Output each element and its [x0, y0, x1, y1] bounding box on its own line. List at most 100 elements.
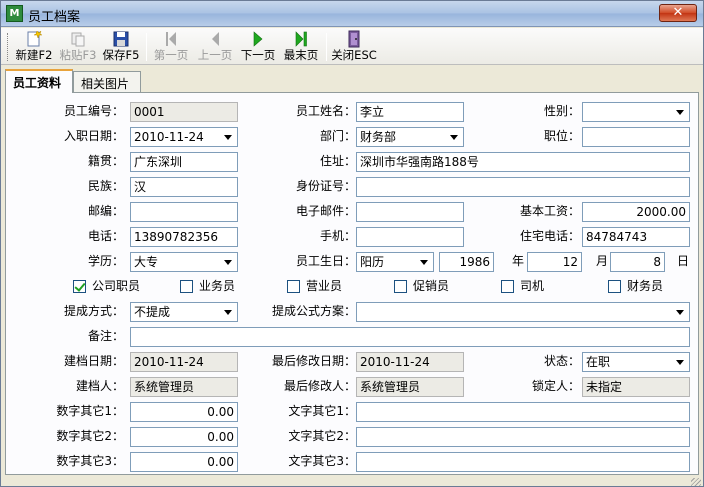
toolbar: 新建F2 粘贴F3 保存F5 第一页 上一页 下一页 最末页 关闭ESC — [1, 28, 703, 65]
email-label: 电子邮件： — [295, 204, 356, 218]
tab-employee-info[interactable]: 员工资料 — [5, 69, 73, 93]
chevron-down-icon[interactable] — [445, 128, 463, 146]
address-label: 住址： — [319, 154, 356, 168]
phone-field[interactable]: 13890782356 — [130, 227, 238, 247]
address-field[interactable]: 深圳市华强南路188号 — [356, 152, 690, 172]
dept-value: 财务部 — [360, 130, 397, 144]
modifier-field[interactable]: 系统管理员 — [356, 377, 464, 397]
chevron-down-icon[interactable] — [219, 128, 237, 146]
mobile-field[interactable] — [356, 227, 464, 247]
close-button[interactable]: 关闭ESC — [331, 30, 377, 64]
title-bar[interactable]: M 员工档案 ✕ — [1, 1, 703, 27]
commission-select[interactable]: 不提成 — [130, 302, 238, 322]
emp-name-field[interactable]: 李立 — [356, 102, 464, 122]
new-button[interactable]: 新建F2 — [13, 30, 55, 64]
chevron-down-icon[interactable] — [671, 103, 689, 121]
mobile-label: 手机： — [319, 229, 356, 243]
next-page-icon — [238, 30, 278, 48]
dept-select[interactable]: 财务部 — [356, 127, 464, 147]
modified-date-label: 最后修改日期： — [271, 354, 356, 368]
save-button[interactable]: 保存F5 — [101, 30, 141, 64]
checkbox-shop-assistant-label[interactable]: 营业员 — [306, 277, 342, 295]
last-page-icon — [281, 30, 321, 48]
resize-grip-icon[interactable] — [691, 478, 701, 486]
number-other-2-label: 数字其它2： — [56, 429, 124, 443]
paste-icon — [57, 30, 99, 48]
next-page-button[interactable]: 下一页 — [238, 30, 278, 64]
status-label: 状态： — [543, 354, 580, 368]
number-other-1-label: 数字其它1： — [56, 404, 124, 418]
ethnic-field[interactable]: 汉 — [130, 177, 238, 197]
text-other-3-field[interactable] — [356, 452, 690, 472]
calendar-type-select[interactable]: 阳历 — [356, 252, 434, 272]
status-value: 在职 — [586, 355, 611, 369]
text-other-2-field[interactable] — [356, 427, 690, 447]
paste-button[interactable]: 粘贴F3 — [57, 30, 99, 64]
emp-no-label: 员工编号： — [63, 104, 124, 118]
checkbox-shop-assistant[interactable] — [287, 280, 300, 293]
gender-label: 性别： — [543, 104, 580, 118]
tab-related-pictures[interactable]: 相关图片 — [73, 71, 141, 92]
dept-label: 部门： — [319, 129, 356, 143]
number-other-1-field[interactable]: 0.00 — [130, 402, 238, 422]
number-other-3-label: 数字其它3： — [56, 454, 124, 468]
creator-field[interactable]: 系统管理员 — [130, 377, 238, 397]
commission-plan-select[interactable] — [356, 302, 690, 322]
checkbox-driver[interactable] — [501, 280, 514, 293]
email-field[interactable] — [356, 202, 464, 222]
chevron-down-icon[interactable] — [219, 253, 237, 271]
education-select[interactable]: 大专 — [130, 252, 238, 272]
salary-label: 基本工资： — [519, 204, 580, 218]
window-close-button[interactable]: ✕ — [659, 4, 697, 22]
checkbox-company-staff-label[interactable]: 公司职员 — [92, 277, 140, 295]
native-place-field[interactable]: 广东深圳 — [130, 152, 238, 172]
emp-no-field[interactable]: 0001 — [130, 102, 238, 122]
number-other-2-field[interactable]: 0.00 — [130, 427, 238, 447]
chevron-down-icon[interactable] — [219, 303, 237, 321]
home-phone-field[interactable]: 84784743 — [582, 227, 690, 247]
postcode-field[interactable] — [130, 202, 238, 222]
status-select[interactable]: 在职 — [582, 352, 690, 372]
toolbar-separator — [146, 33, 147, 61]
gender-select[interactable] — [582, 102, 690, 122]
text-other-1-field[interactable] — [356, 402, 690, 422]
text-other-2-label: 文字其它2： — [288, 429, 356, 443]
created-date-field[interactable]: 2010-11-24 — [130, 352, 238, 372]
prev-page-button[interactable]: 上一页 — [195, 30, 235, 64]
window-title: 员工档案 — [28, 10, 81, 25]
salary-field[interactable]: 2000.00 — [582, 202, 690, 222]
checkbox-promoter-label[interactable]: 促销员 — [413, 277, 449, 295]
remark-field[interactable] — [130, 327, 690, 347]
checkbox-promoter[interactable] — [394, 280, 407, 293]
id-no-field[interactable] — [356, 177, 690, 197]
first-page-button[interactable]: 第一页 — [151, 30, 191, 64]
commission-value: 不提成 — [134, 305, 171, 319]
birth-year-field[interactable]: 1986 — [439, 252, 494, 272]
chevron-down-icon[interactable] — [671, 353, 689, 371]
save-disk-icon — [101, 30, 141, 48]
modified-date-field[interactable]: 2010-11-24 — [356, 352, 464, 372]
checkbox-accountant[interactable] — [608, 280, 621, 293]
checkbox-salesman[interactable] — [180, 280, 193, 293]
employee-info-panel: 员工编号： 0001 员工姓名： 李立 性别： 入职日期： 2010-11-24… — [5, 92, 699, 475]
calendar-type-value: 阳历 — [360, 255, 385, 269]
remark-label: 备注： — [87, 329, 124, 343]
last-page-button[interactable]: 最末页 — [281, 30, 321, 64]
commission-plan-label: 提成公式方案： — [271, 304, 356, 318]
chevron-down-icon[interactable] — [415, 253, 433, 271]
toolbar-grip[interactable] — [7, 33, 10, 61]
id-no-label: 身份证号： — [295, 179, 356, 193]
hire-date-picker[interactable]: 2010-11-24 — [130, 127, 238, 147]
phone-label: 电话： — [87, 229, 124, 243]
checkbox-company-staff[interactable] — [73, 280, 86, 293]
checkbox-accountant-label[interactable]: 财务员 — [627, 277, 663, 295]
month-unit-label: 月 — [596, 254, 609, 268]
locker-field[interactable]: 未指定 — [582, 377, 690, 397]
checkbox-salesman-label[interactable]: 业务员 — [199, 277, 235, 295]
checkbox-driver-label[interactable]: 司机 — [520, 277, 544, 295]
number-other-3-field[interactable]: 0.00 — [130, 452, 238, 472]
birth-month-field[interactable]: 12 — [527, 252, 582, 272]
birth-day-field[interactable]: 8 — [610, 252, 665, 272]
chevron-down-icon[interactable] — [671, 303, 689, 321]
position-field[interactable] — [582, 127, 690, 147]
